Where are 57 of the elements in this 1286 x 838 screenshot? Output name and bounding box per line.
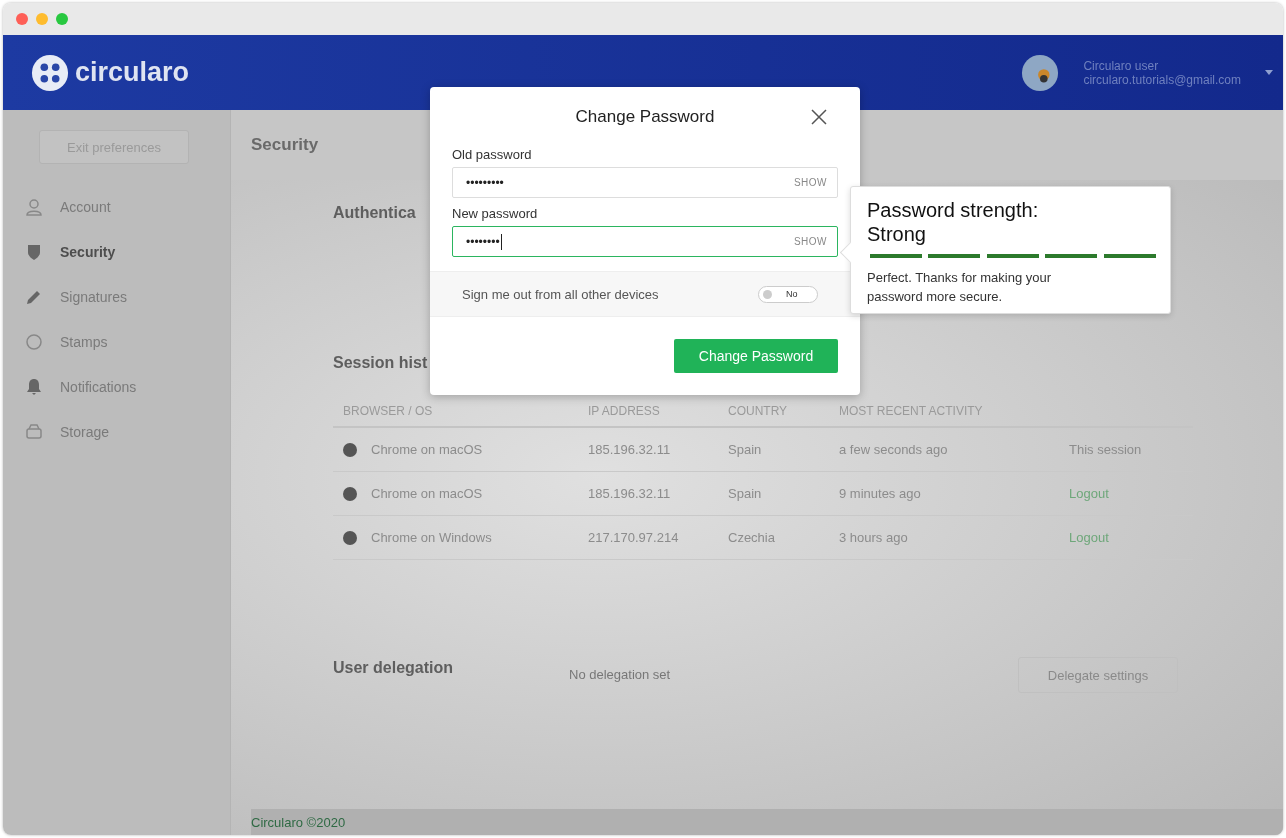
person-icon (25, 197, 43, 216)
password-field[interactable]: •••••••• SHOW (452, 226, 838, 257)
column-header: BROWSER / OS (343, 404, 434, 418)
show-password-button[interactable]: SHOW (793, 177, 827, 188)
circle-icon (25, 332, 43, 351)
section-title: Session hist (333, 354, 428, 372)
caret-icon[interactable] (1265, 70, 1273, 75)
table-cell: Chrome on Windows (371, 530, 492, 545)
section-title: User delegation (333, 658, 455, 677)
column-header: IP ADDRESS (588, 404, 661, 418)
close-window-button[interactable] (16, 13, 28, 25)
toggle-switch[interactable]: No (758, 285, 818, 303)
bell-icon (25, 377, 43, 396)
avatar-icon[interactable] (1021, 53, 1060, 92)
table-cell-text: Spain (728, 486, 763, 501)
table-cell-text: 185.196.32.11 (588, 442, 672, 457)
close-icon[interactable] (811, 109, 827, 125)
delegation-status: No delegation set (569, 666, 672, 682)
footer-text: Circularo ©2020 (251, 814, 346, 830)
change-password-button[interactable]: Change Password (674, 339, 838, 373)
sidebar-item[interactable]: Storage (3, 409, 230, 454)
logo-wordmark: circularo (75, 57, 190, 88)
shield-icon (25, 242, 43, 261)
drive-icon (25, 422, 43, 441)
sidebar-item[interactable]: Signatures (3, 274, 230, 319)
table-cell-text: a few seconds ago (839, 442, 949, 457)
strength-title: Password strength: Strong (867, 198, 1040, 246)
logout-link[interactable]: Logout (1069, 530, 1109, 545)
column-header: MOST RECENT ACTIVITY (839, 404, 984, 418)
table-cell-text: 217.170.97.214 (588, 530, 680, 545)
sidebar-item[interactable]: Account (3, 184, 230, 229)
password-field[interactable]: ••••••••• SHOW (452, 167, 838, 198)
table-cell-text: 3 hours ago (839, 530, 909, 545)
field-label: New password (452, 206, 539, 221)
user-email: circularo.tutorials@gmail.com (1083, 72, 1241, 87)
show-password-button[interactable]: SHOW (793, 236, 827, 247)
user-name: Circularo user (1083, 58, 1160, 73)
strength-message: Perfect. Thanks for making your password more secure. (867, 269, 1052, 306)
sidebar-item[interactable]: Stamps (3, 319, 230, 364)
table-cell: This session (1069, 442, 1142, 457)
field-label: Old password (452, 147, 533, 162)
table-cell-text: Czechia (728, 530, 776, 545)
logout-link[interactable]: Logout (1069, 486, 1109, 501)
section-title: Authentica (333, 204, 416, 221)
page-title: Security (251, 135, 319, 155)
column-header: COUNTRY (728, 404, 789, 418)
table-cell: Chrome on macOS (371, 486, 483, 501)
delegate-settings-button[interactable]: Delegate settings (1018, 657, 1178, 693)
table-cell-text: 9 minutes ago (839, 486, 922, 501)
table-cell-text: 185.196.32.11 (588, 486, 672, 501)
table-cell-text: Spain (728, 442, 763, 457)
dialog-title: Change Password (575, 107, 715, 127)
logo-icon (31, 53, 69, 92)
option-label: Sign me out from all other devices (462, 286, 659, 302)
sidebar-item[interactable]: Security (3, 229, 230, 274)
sidebar-item[interactable]: Notifications (3, 364, 230, 409)
table-cell: Chrome on macOS (371, 442, 483, 457)
